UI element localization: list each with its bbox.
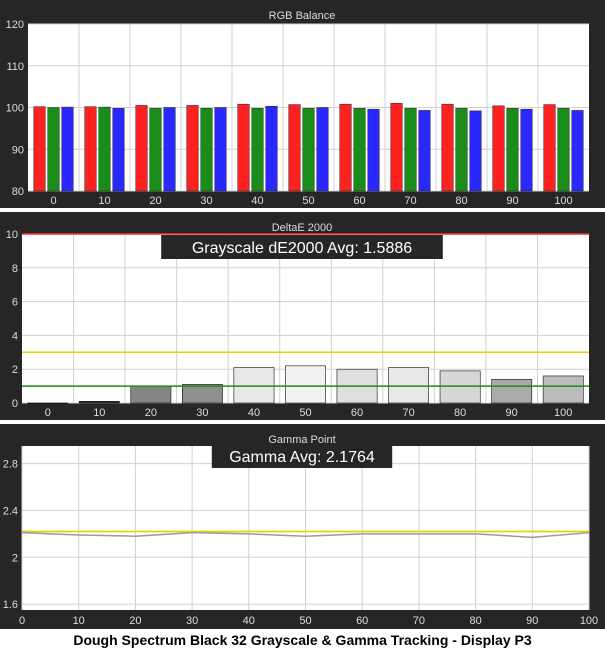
y-tick-label: 2.4 [3,505,18,517]
x-tick-label: 70 [402,407,414,419]
x-tick-label: 70 [413,615,425,627]
bar-green-60 [353,108,366,192]
y-tick-label: 10 [6,229,18,241]
bar-red-90 [492,105,505,192]
x-tick-label: 50 [299,615,311,627]
y-tick-label: 0 [12,398,18,410]
x-tick-label: 60 [356,615,368,627]
y-tick-label: 1.6 [3,599,18,611]
y-tick-label: 90 [12,144,24,156]
bar-blue-70 [418,110,431,192]
x-tick-label: 60 [351,407,363,419]
y-tick-label: 120 [6,19,24,31]
bar-red-70 [390,103,403,192]
bar-blue-90 [520,108,533,192]
bar-red-0 [33,106,46,192]
bar-red-20 [135,105,148,192]
bar-deltae-10 [78,401,120,404]
x-tick-label: 50 [299,407,311,419]
x-tick-label: 80 [469,615,481,627]
x-tick-label: 100 [554,195,572,207]
x-tick-label: 40 [251,195,263,207]
bar-red-50 [288,104,301,192]
chart-title: DeltaE 2000 [272,222,333,234]
y-tick-label: 6 [12,297,18,309]
y-tick-label: 2.8 [3,459,18,471]
y-tick-label: 2 [12,364,18,376]
annotation-text: Gamma Avg: 2.1764 [229,449,375,466]
x-tick-label: 10 [93,407,105,419]
bar-blue-30 [214,107,227,192]
x-tick-label: 60 [353,195,365,207]
x-tick-label: 50 [302,195,314,207]
bar-deltae-0 [27,402,69,404]
y-tick-label: 80 [12,186,24,198]
bar-deltae-50 [285,365,326,404]
x-tick-label: 0 [19,615,25,627]
bar-deltae-30 [182,384,223,404]
bar-red-80 [441,103,454,192]
charts-canvas: RGB Balance80901001101200 10 20 30 40 50 60 70 8… [0,0,605,629]
x-tick-label: 100 [554,407,572,419]
bar-blue-60 [367,108,380,192]
x-tick-label: 40 [243,615,255,627]
bar-blue-10 [112,108,125,192]
bar-green-0 [47,107,60,192]
bar-red-40 [237,103,250,192]
chart-title: RGB Balance [269,10,336,22]
x-tick-label: 80 [455,195,467,207]
x-tick-label: 20 [149,195,161,207]
bar-blue-80 [469,110,482,192]
bar-green-40 [251,108,264,192]
x-tick-label: 100 [580,615,598,627]
bar-green-50 [302,108,315,192]
y-tick-label: 2 [12,552,18,564]
y-tick-label: 8 [12,263,18,275]
bar-green-30 [200,108,213,192]
bar-green-80 [455,108,468,192]
bar-deltae-100 [542,375,584,404]
bar-red-100 [543,104,556,192]
bar-red-30 [186,105,199,192]
y-tick-label: 100 [6,103,24,115]
x-tick-label: 30 [196,407,208,419]
bar-blue-40 [265,105,278,192]
x-tick-label: 10 [98,195,110,207]
y-tick-label: 4 [12,330,18,342]
x-tick-label: 20 [145,407,157,419]
bar-deltae-80 [439,370,481,404]
x-tick-label: 90 [506,407,518,419]
bar-red-60 [339,103,352,192]
x-tick-label: 30 [186,615,198,627]
x-tick-label: 90 [506,195,518,207]
x-tick-label: 30 [200,195,212,207]
bar-green-100 [557,108,570,192]
bar-deltae-20 [130,385,172,404]
x-tick-label: 90 [526,615,538,627]
y-tick-label: 110 [6,61,24,73]
x-tick-label: 40 [248,407,260,419]
bar-deltae-90 [491,379,533,404]
bar-green-20 [149,108,162,192]
annotation-text: Grayscale dE2000 Avg: 1.5886 [192,240,412,257]
bar-blue-100 [571,110,584,192]
bar-green-90 [506,108,519,192]
x-tick-label: 10 [73,615,85,627]
x-tick-label: 70 [404,195,416,207]
bar-deltae-40 [233,367,275,404]
bar-blue-0 [61,106,74,192]
figure-caption: Dough Spectrum Black 32 Grayscale & Gamm… [73,632,532,648]
x-tick-label: 80 [454,407,466,419]
bar-deltae-70 [388,367,429,404]
bar-green-70 [404,108,417,192]
x-tick-label: 0 [45,407,51,419]
bar-green-10 [98,106,111,192]
x-tick-label: 20 [129,615,141,627]
bar-blue-50 [316,107,329,192]
x-tick-label: 0 [50,195,56,207]
bar-blue-20 [163,107,176,192]
bar-red-10 [84,106,97,192]
